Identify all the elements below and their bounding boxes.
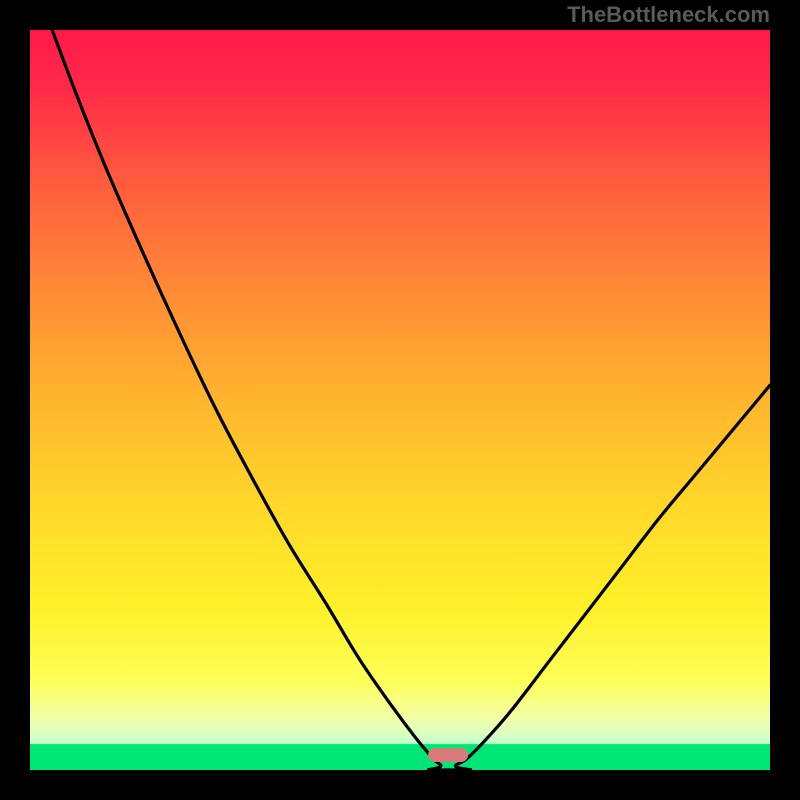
watermark-text: TheBottleneck.com [567, 2, 770, 27]
green-band [30, 744, 770, 770]
plot-background [30, 30, 770, 770]
optimal-marker [428, 748, 468, 762]
bottleneck-chart: TheBottleneck.com [0, 0, 800, 800]
